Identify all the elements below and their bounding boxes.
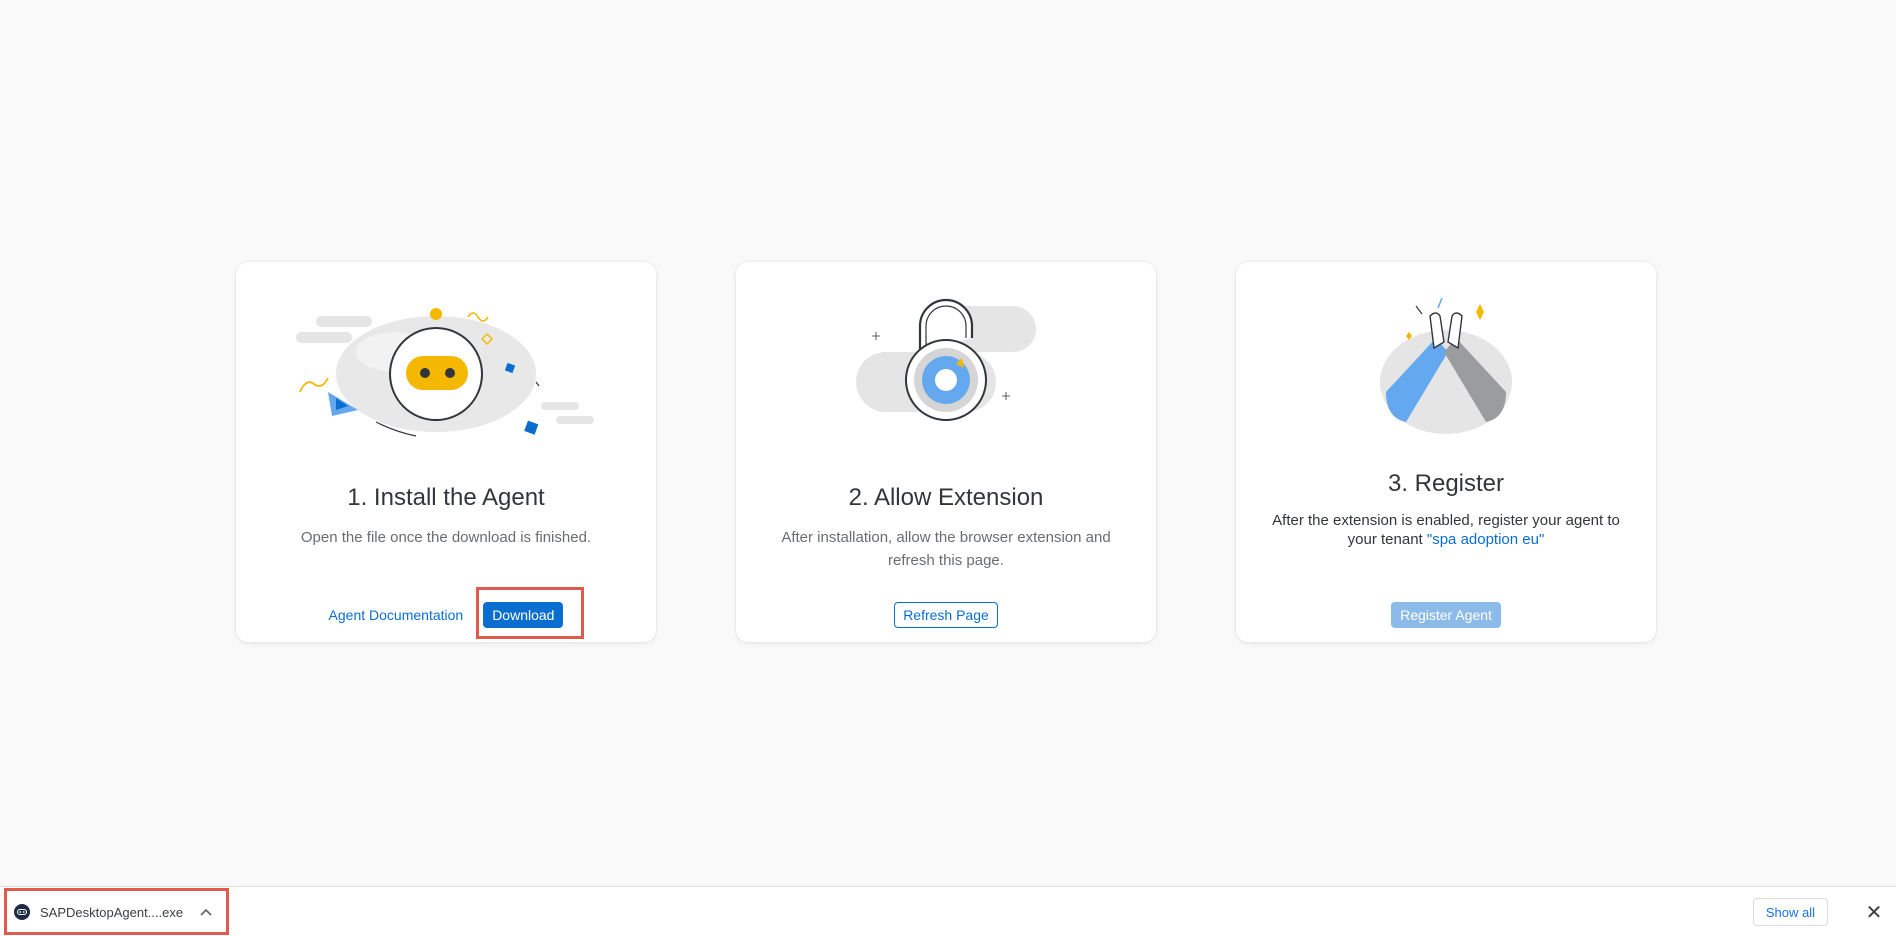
step-actions: Refresh Page: [736, 602, 1156, 628]
step-description: After the extension is enabled, register…: [1256, 511, 1636, 549]
show-all-button[interactable]: Show all: [1752, 898, 1828, 926]
downloaded-file-name: SAPDesktopAgent....exe: [40, 904, 184, 920]
step-title: 3. Register: [1387, 470, 1505, 497]
download-shelf: SAPDesktopAgent....exe Show all ✕: [0, 886, 1896, 936]
downloaded-file-item[interactable]: SAPDesktopAgent....exe: [10, 895, 222, 929]
step-actions: Register Agent: [1236, 602, 1656, 628]
allow-extension-card: 2. Allow Extension After installation, a…: [736, 262, 1156, 642]
register-card: 3. Register After the extension is enabl…: [1236, 262, 1656, 642]
close-icon[interactable]: ✕: [1860, 898, 1888, 926]
agent-documentation-link[interactable]: Agent Documentation: [329, 607, 464, 623]
download-button[interactable]: Download: [483, 602, 564, 628]
chevron-up-icon[interactable]: [200, 905, 212, 919]
tenant-name: "spa adoption eu": [1426, 531, 1545, 548]
robot-illustration: [296, 308, 594, 437]
step-title: 1. Install the Agent: [347, 484, 545, 511]
install-agent-card: 1. Install the Agent Open the file once …: [236, 262, 656, 642]
agent-setup-page: 1. Install the Agent Open the file once …: [0, 0, 1896, 886]
refresh-page-button[interactable]: Refresh Page: [894, 602, 998, 628]
step-actions: Agent Documentation Download: [236, 602, 656, 628]
register-agent-button[interactable]: Register Agent: [1391, 602, 1501, 628]
sap-agent-file-icon: [14, 904, 30, 920]
step-title: 2. Allow Extension: [848, 484, 1044, 511]
padlock-illustration: [856, 298, 1036, 421]
step-description: Open the file once the download is finis…: [300, 529, 592, 546]
step-description: After installation, allow the browser ex…: [781, 529, 1111, 569]
high-five-illustration: [1380, 297, 1512, 434]
